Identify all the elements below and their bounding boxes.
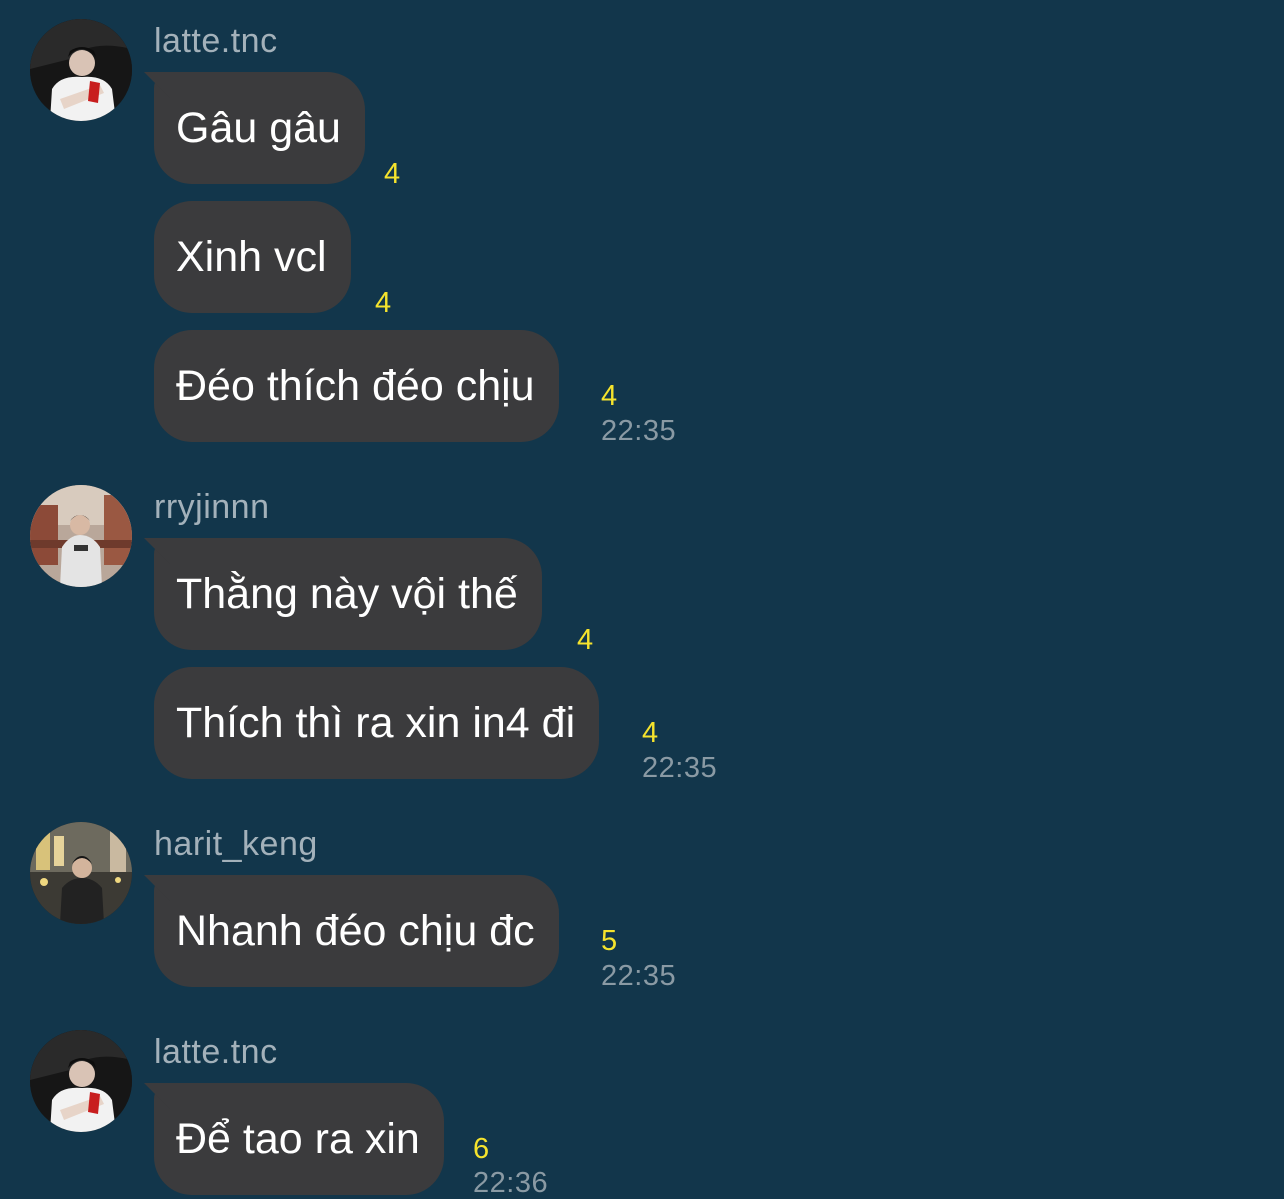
- unread-count: 4: [384, 158, 401, 190]
- avatar-photo-icon: [30, 485, 132, 587]
- chat-message-list[interactable]: latte.tnc Gâu gâu 4 Xinh vcl 4 Đéo thích…: [0, 0, 1284, 1199]
- user-avatar[interactable]: [30, 1030, 132, 1132]
- avatar-photo-icon: [30, 1030, 132, 1132]
- message-bubble[interactable]: Gâu gâu: [154, 72, 365, 184]
- sender-name: rryjinnn: [154, 488, 270, 526]
- message-timestamp: 22:35: [601, 415, 677, 447]
- message-timestamp: 22:35: [642, 752, 718, 784]
- message-timestamp: 22:35: [601, 960, 677, 992]
- unread-count: 5: [601, 925, 618, 957]
- unread-count: 6: [473, 1133, 490, 1165]
- avatar-photo-icon: [30, 822, 132, 924]
- user-avatar[interactable]: [30, 19, 132, 121]
- message-bubble[interactable]: Xinh vcl: [154, 201, 351, 313]
- sender-name: latte.tnc: [154, 1033, 278, 1071]
- unread-count: 4: [601, 380, 618, 412]
- user-avatar[interactable]: [30, 822, 132, 924]
- user-avatar[interactable]: [30, 485, 132, 587]
- message-bubble[interactable]: Thích thì ra xin in4 đi: [154, 667, 600, 779]
- sender-name: harit_keng: [154, 825, 318, 863]
- unread-count: 4: [642, 717, 659, 749]
- message-timestamp: 22:36: [473, 1167, 549, 1199]
- unread-count: 4: [577, 624, 594, 656]
- avatar-photo-icon: [30, 19, 132, 121]
- sender-name: latte.tnc: [154, 22, 278, 60]
- message-bubble[interactable]: Nhanh đéo chịu đc: [154, 875, 559, 987]
- message-bubble[interactable]: Đéo thích đéo chịu: [154, 330, 559, 442]
- message-bubble[interactable]: Thằng này vội thế: [154, 538, 542, 650]
- message-bubble[interactable]: Để tao ra xin: [154, 1083, 444, 1195]
- unread-count: 4: [375, 287, 392, 319]
